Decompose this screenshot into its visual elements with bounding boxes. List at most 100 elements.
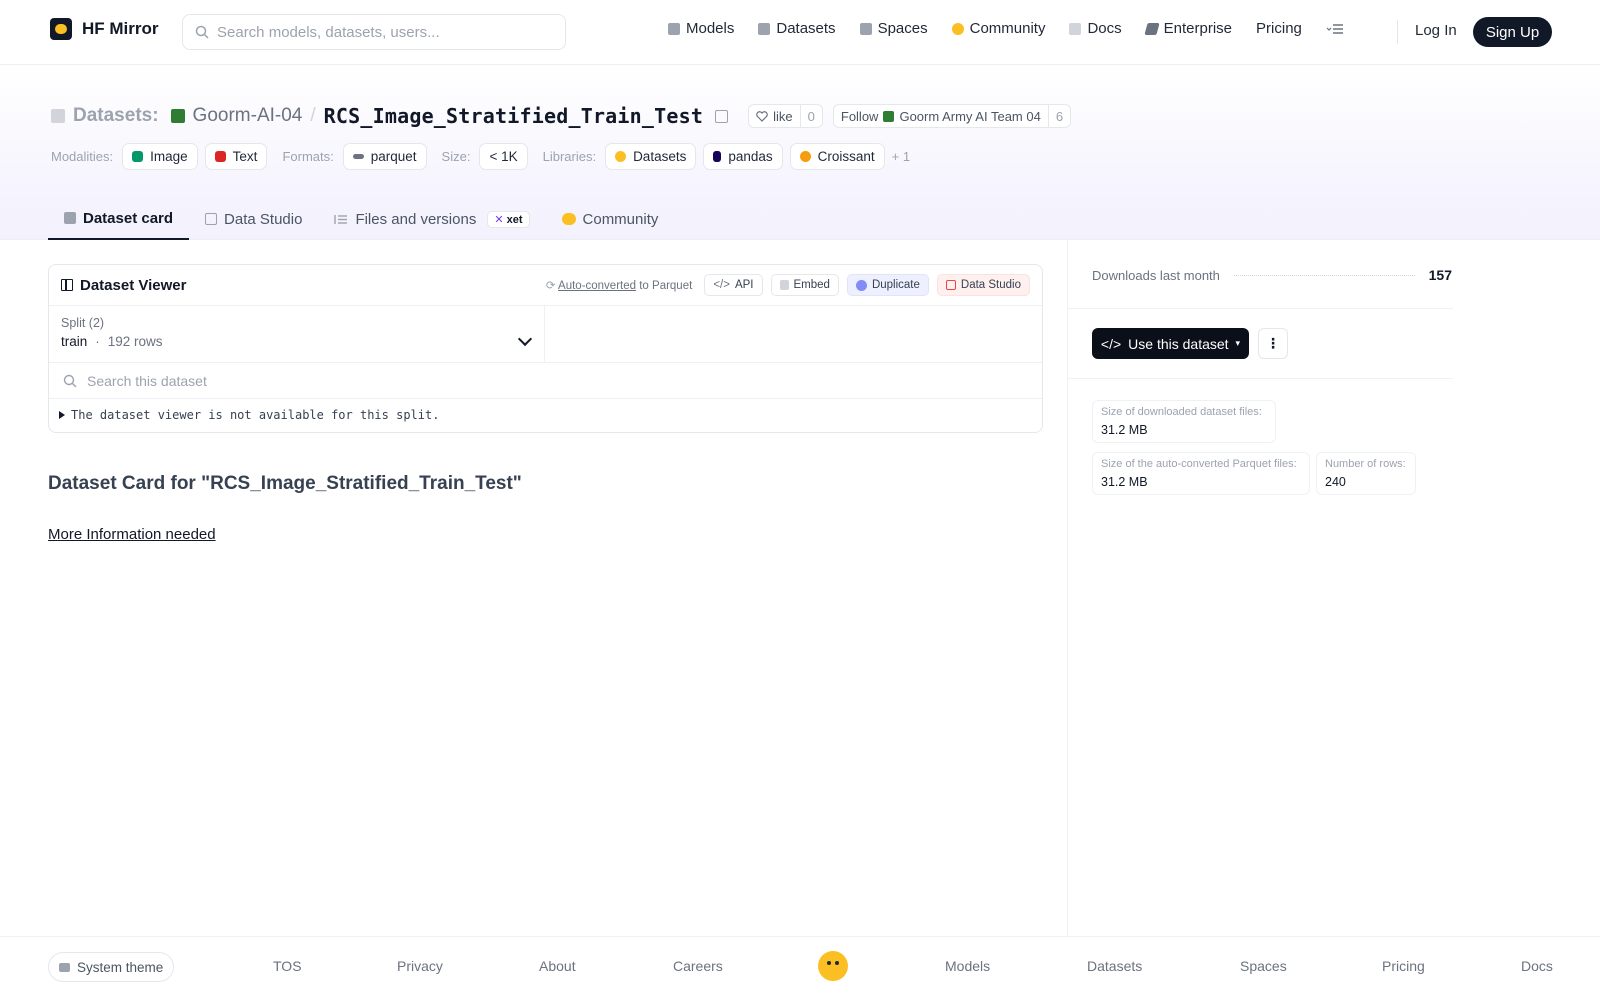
global-search[interactable]: [182, 14, 566, 50]
search-input[interactable]: [217, 23, 547, 41]
grid-icon: [61, 279, 73, 291]
embed-button[interactable]: Embed: [770, 274, 839, 296]
footer-tos[interactable]: TOS: [273, 958, 302, 974]
footer-docs[interactable]: Docs: [1521, 958, 1553, 974]
pandas-icon: [713, 151, 722, 162]
downloads-label: Downloads last month: [1092, 267, 1220, 283]
footer-careers[interactable]: Careers: [673, 958, 723, 974]
use-dataset-label: Use this dataset: [1128, 335, 1229, 352]
sidebar-separator: [1068, 308, 1453, 309]
like-label-seg: like: [749, 105, 800, 127]
tab-community[interactable]: Community: [546, 198, 675, 240]
more-tags[interactable]: + 1: [892, 149, 910, 164]
footer-about[interactable]: About: [539, 958, 576, 974]
signup-button[interactable]: Sign Up: [1473, 17, 1552, 47]
text-icon: [214, 151, 226, 162]
repo-name[interactable]: RCS_Image_Stratified_Train_Test: [324, 104, 703, 128]
viewer-actions: ⟳ Auto-converted to Parquet </> API Embed…: [546, 274, 1030, 296]
autoconverted-note: ⟳ Auto-converted to Parquet: [546, 278, 692, 292]
tab-files[interactable]: Files and versions ✕ xet: [318, 198, 545, 240]
tag-datasets[interactable]: Datasets: [605, 143, 697, 170]
data-studio-icon: [945, 280, 956, 290]
nav-docs[interactable]: Docs: [1069, 20, 1122, 37]
footer-datasets[interactable]: Datasets: [1087, 958, 1142, 974]
split-name: train: [61, 334, 88, 349]
tag-croissant[interactable]: Croissant: [789, 143, 885, 170]
nav-datasets-label: Datasets: [776, 20, 836, 37]
autoconverted-link[interactable]: Auto-converted: [558, 280, 636, 292]
viewer-title-text: Dataset Viewer: [80, 276, 187, 294]
nav-pricing-label: Pricing: [1256, 20, 1302, 37]
nav-datasets[interactable]: Datasets: [758, 20, 836, 37]
theme-toggle[interactable]: System theme: [48, 952, 175, 982]
more-info-link[interactable]: More Information needed: [48, 526, 216, 543]
nav-models-label: Models: [686, 20, 735, 37]
like-button[interactable]: like 0: [748, 104, 823, 128]
downloads-dots: [1233, 274, 1415, 276]
embed-icon: [779, 280, 789, 290]
code-icon: </>: [713, 279, 730, 291]
code-icon: </>: [1100, 335, 1122, 352]
tag-parquet[interactable]: parquet: [342, 143, 427, 170]
footer-spaces[interactable]: Spaces: [1240, 958, 1287, 974]
split-selector[interactable]: Split (2) train · 192 rows: [49, 306, 545, 362]
tag-image[interactable]: Image: [122, 143, 198, 170]
footer-models[interactable]: Models: [945, 958, 990, 974]
tag-text[interactable]: Text: [204, 143, 268, 170]
dataset-search-input[interactable]: [87, 372, 687, 389]
duplicate-button[interactable]: Duplicate: [846, 274, 929, 296]
search-icon: [63, 374, 77, 387]
xet-icon: ✕: [494, 213, 504, 226]
org-link[interactable]: Goorm-AI-04: [193, 105, 303, 127]
tab-data-studio[interactable]: Data Studio: [189, 198, 318, 240]
unavailable-text: The dataset viewer is not available for …: [71, 408, 440, 422]
copy-icon[interactable]: [715, 109, 729, 123]
data-studio-button[interactable]: Data Studio: [936, 274, 1030, 296]
main-nav: Models Datasets Spaces Community Docs En…: [668, 20, 1344, 37]
footer-pricing[interactable]: Pricing: [1382, 958, 1425, 974]
follow-org: Goorm Army AI Team 04: [899, 108, 1041, 124]
use-dataset-button[interactable]: </> Use this dataset ▾: [1092, 328, 1249, 359]
downloads-row: Downloads last month 157: [1092, 267, 1452, 283]
parquet-icon: [352, 154, 364, 159]
more-options-button[interactable]: ⋮: [1258, 328, 1288, 359]
stat-label: Size of downloaded dataset files:: [1101, 406, 1262, 418]
stat-download-size: Size of downloaded dataset files: 31.2 M…: [1092, 400, 1276, 443]
nav-community[interactable]: Community: [951, 20, 1046, 37]
community-icon: [951, 22, 964, 35]
logo[interactable]: HF Mirror: [50, 18, 159, 40]
stat-value: 31.2 MB: [1101, 475, 1148, 489]
tag-croissant-label: Croissant: [817, 149, 875, 164]
login-link[interactable]: Log In: [1415, 22, 1457, 39]
tag-datasets-label: Datasets: [633, 149, 687, 164]
viewer-unavailable[interactable]: The dataset viewer is not available for …: [49, 399, 1042, 431]
api-button[interactable]: </> API: [704, 274, 763, 296]
tab-dataset-card[interactable]: Dataset card: [48, 198, 190, 240]
nav-models[interactable]: Models: [668, 20, 734, 37]
nav-more-menu[interactable]: [1326, 23, 1344, 35]
docs-icon: [1069, 22, 1082, 35]
downloads-count: 157: [1428, 267, 1452, 283]
dataset-search[interactable]: [49, 363, 1042, 399]
sidebar-separator: [1068, 378, 1453, 379]
follow-button[interactable]: Follow Goorm Army AI Team 04 6: [832, 104, 1072, 128]
size-label: Size:: [441, 149, 471, 164]
formats-label: Formats:: [282, 149, 334, 164]
hugging-face-icon[interactable]: [818, 951, 848, 981]
nav-pricing[interactable]: Pricing: [1256, 20, 1302, 37]
repo-tabs: Dataset card Data Studio Files and versi…: [48, 198, 674, 240]
nav-enterprise[interactable]: Enterprise: [1144, 20, 1233, 37]
nav-spaces[interactable]: Spaces: [859, 20, 928, 37]
tag-image-label: Image: [150, 149, 188, 164]
menu-icon: [1326, 23, 1343, 34]
footer-privacy[interactable]: Privacy: [397, 958, 443, 974]
nav-divider: [1397, 20, 1398, 44]
tag-pandas[interactable]: pandas: [703, 143, 783, 170]
follow-count: 6: [1047, 105, 1070, 127]
tag-size[interactable]: < 1K: [479, 143, 528, 170]
tag-text-label: Text: [232, 149, 258, 164]
nav-community-label: Community: [969, 20, 1046, 37]
duplicate-label: Duplicate: [871, 279, 920, 291]
nav-enterprise-label: Enterprise: [1163, 20, 1233, 37]
stat-value: 31.2 MB: [1101, 423, 1148, 437]
